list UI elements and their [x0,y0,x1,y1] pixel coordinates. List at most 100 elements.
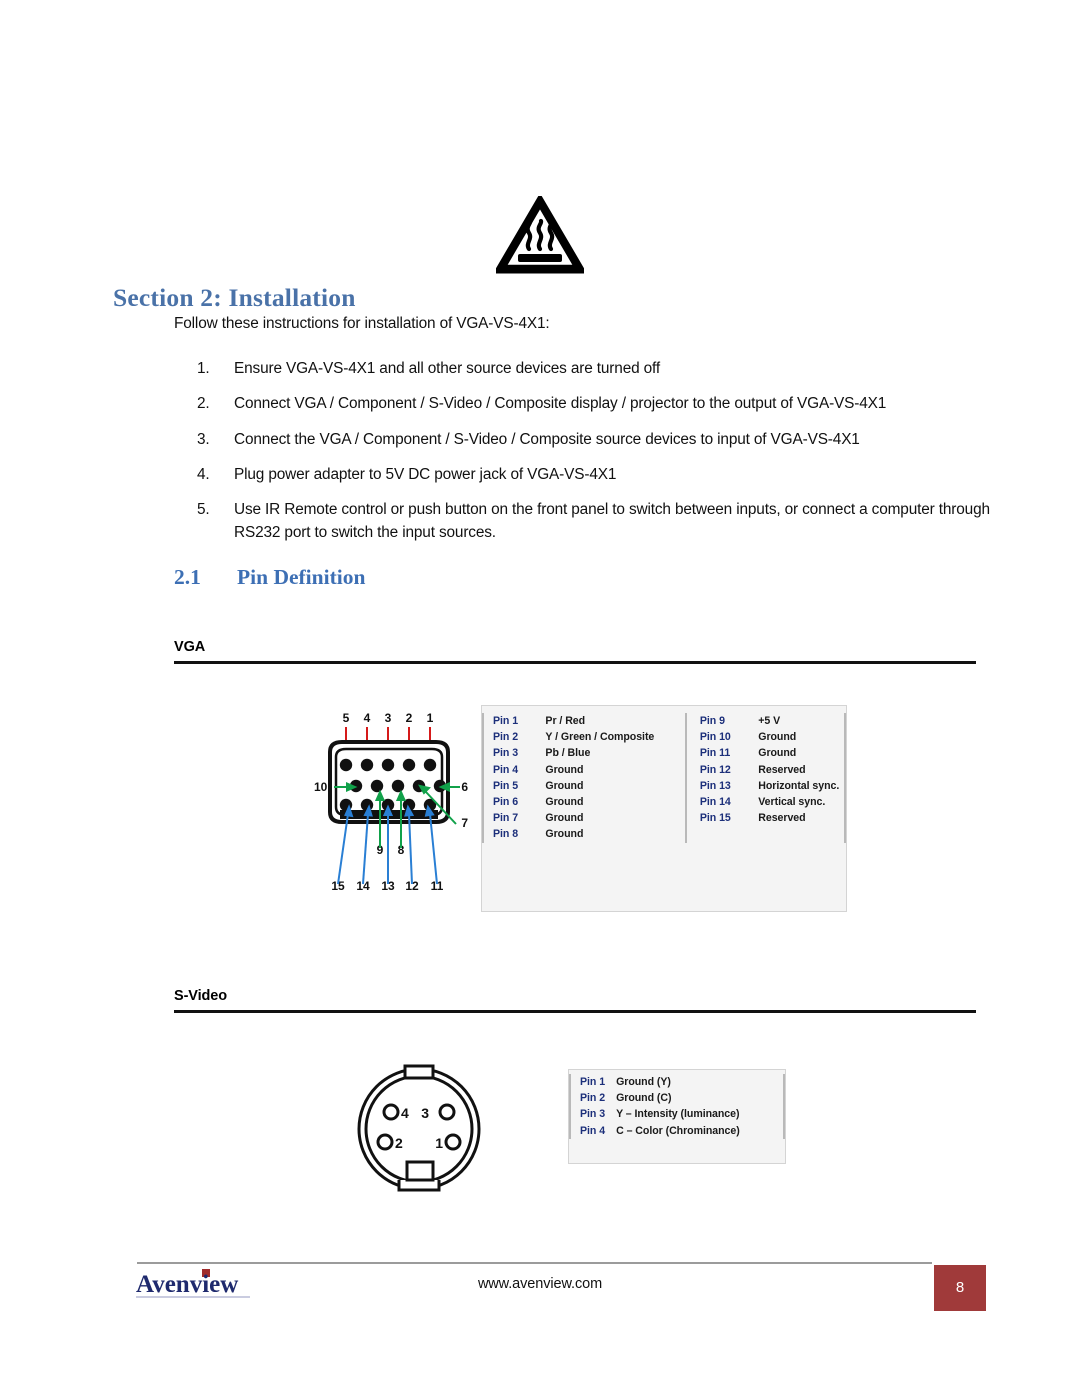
list-item-text: Connect the VGA / Component / S-Video / … [234,430,860,448]
vga-block-heading: VGA [174,639,976,664]
svg-text:2: 2 [395,1135,403,1151]
table-row: Pin 3 Pb / Blue Pin 11 Ground [481,745,846,762]
list-item: 2. Connect VGA / Component / S-Video / C… [197,393,994,416]
pin-value: Y / Green / Composite [545,731,655,744]
vga-heading-rule [174,661,976,664]
subsection-title: Pin Definition [237,565,366,589]
pin-value: Ground [758,731,797,744]
svg-text:4: 4 [401,1105,409,1121]
table-row: Pin 4 Ground Pin 12 Reserved [481,761,846,778]
pin-number: Pin 3 [568,1106,605,1123]
list-item: 4. Plug power adapter to 5V DC power jac… [197,464,994,487]
list-item-number: 5. [197,501,210,519]
svg-text:2: 2 [406,711,413,725]
table-edge [782,1090,785,1107]
list-item-text: Plug power adapter to 5V DC power jack o… [234,465,617,483]
list-item: 5. Use IR Remote control or push button … [197,499,994,545]
pin-value: Ground [545,763,584,776]
pin-number: Pin 11 [684,745,748,762]
installation-steps-list: 1. Ensure VGA-VS-4X1 and all other sourc… [197,358,994,557]
pin-number: Pin 15 [684,810,748,827]
pin-value: Ground [545,828,584,841]
svideo-block-heading: S-Video [174,988,976,1013]
table-row: Pin 8 Ground [481,826,846,843]
pin-value: Ground (Y) [616,1076,671,1089]
svg-text:4: 4 [364,711,371,725]
pin-number: Pin 3 [481,745,535,762]
table-edge [782,1122,785,1139]
pin-value [747,826,839,842]
pin-number: Pin 2 [568,1090,605,1107]
svg-text:10: 10 [314,780,328,794]
svideo-pin-figure: 4 3 2 1 Pin 1 Ground (Y) Pin 2 Ground (C… [355,1062,787,1197]
pin-number: Pin 4 [481,761,535,778]
svg-text:6: 6 [461,780,468,794]
list-item-number: 4. [197,465,210,483]
pin-number: Pin 7 [481,810,535,827]
vga-pin-table-grid: Pin 1 Pr / Red Pin 9 +5 V Pin 2 Y / Gree… [481,713,846,843]
list-item-number: 2. [197,395,210,413]
pin-number: Pin 9 [684,713,748,730]
subsection-heading: 2.1 Pin Definition [174,565,365,590]
svideo-heading-label: S-Video [174,988,228,1004]
table-edge [839,745,846,762]
pin-value: Ground [545,779,584,792]
pin-number: Pin 5 [481,777,535,794]
svg-text:5: 5 [343,711,350,725]
svideo-pin-table-grid: Pin 1 Ground (Y) Pin 2 Ground (C) Pin 3 … [568,1074,785,1139]
table-row: Pin 2 Y / Green / Composite Pin 10 Groun… [481,729,846,746]
pin-value: Pr / Red [545,715,586,728]
pin-number: Pin 12 [684,761,748,778]
pin-value: Y – Intensity (luminance) [616,1108,740,1121]
subsection-number: 2.1 [174,565,201,589]
pin-value: Ground [758,747,797,760]
pin-value: +5 V [758,715,781,728]
table-edge [782,1106,785,1123]
pin-number [684,826,748,843]
table-edge [782,1074,785,1091]
table-row: Pin 2 Ground (C) [568,1090,785,1107]
page-number-badge: 8 [934,1265,986,1311]
pin-value: Reserved [758,763,806,776]
table-row: Pin 6 Ground Pin 14 Vertical sync. [481,793,846,811]
vga-pin-figure: 5 4 3 2 1 10 6 7 9 8 15 14 13 12 11 Pin … [300,700,880,925]
pin-value: Vertical sync. [758,796,826,809]
table-row: Pin 1 Ground (Y) [568,1074,785,1091]
intro-paragraph: Follow these instructions for installati… [174,315,550,332]
svg-text:7: 7 [461,816,468,830]
vga-pin-table: Pin 1 Pr / Red Pin 9 +5 V Pin 2 Y / Gree… [481,705,847,912]
page-title: Section 2: Installation [113,283,356,312]
table-edge [839,810,846,827]
table-edge [839,826,846,843]
list-item-number: 1. [197,360,210,377]
pin-value: Pb / Blue [545,747,591,760]
pin-value: Ground [545,796,584,809]
svideo-pin-table: Pin 1 Ground (Y) Pin 2 Ground (C) Pin 3 … [568,1069,786,1164]
footer-divider [137,1262,932,1264]
table-edge [839,713,846,730]
table-edge [839,761,846,778]
footer-url[interactable]: www.avenview.com [0,1276,1080,1292]
pin-number: Pin 1 [568,1074,605,1091]
table-row: Pin 5 Ground Pin 13 Horizontal sync. [481,777,846,794]
pin-value: Ground [545,812,584,825]
pin-number: Pin 8 [481,826,535,843]
list-item-text: Connect VGA / Component / S-Video / Comp… [234,395,887,413]
table-edge [839,729,846,746]
pin-value: C – Color (Chrominance) [616,1124,740,1137]
svg-text:3: 3 [385,711,392,725]
pin-number: Pin 14 [684,793,748,811]
list-item-text: Ensure VGA-VS-4X1 and all other source d… [234,360,661,377]
pin-number: Pin 6 [481,793,535,811]
table-row: Pin 3 Y – Intensity (luminance) [568,1106,785,1123]
pin-value: Ground (C) [616,1092,672,1105]
pin-value: Reserved [758,812,806,825]
list-item: 1. Ensure VGA-VS-4X1 and all other sourc… [197,358,994,381]
document-page: Section 2: Installation Follow these ins… [0,0,1080,1397]
pin-number: Pin 1 [481,713,535,730]
svg-text:1: 1 [435,1135,443,1151]
hot-surface-warning-icon [496,196,584,274]
svg-text:3: 3 [421,1105,429,1121]
pin-number: Pin 13 [684,777,748,794]
mini-din4-svideo-connector-icon: 4 3 2 1 [357,1064,481,1192]
